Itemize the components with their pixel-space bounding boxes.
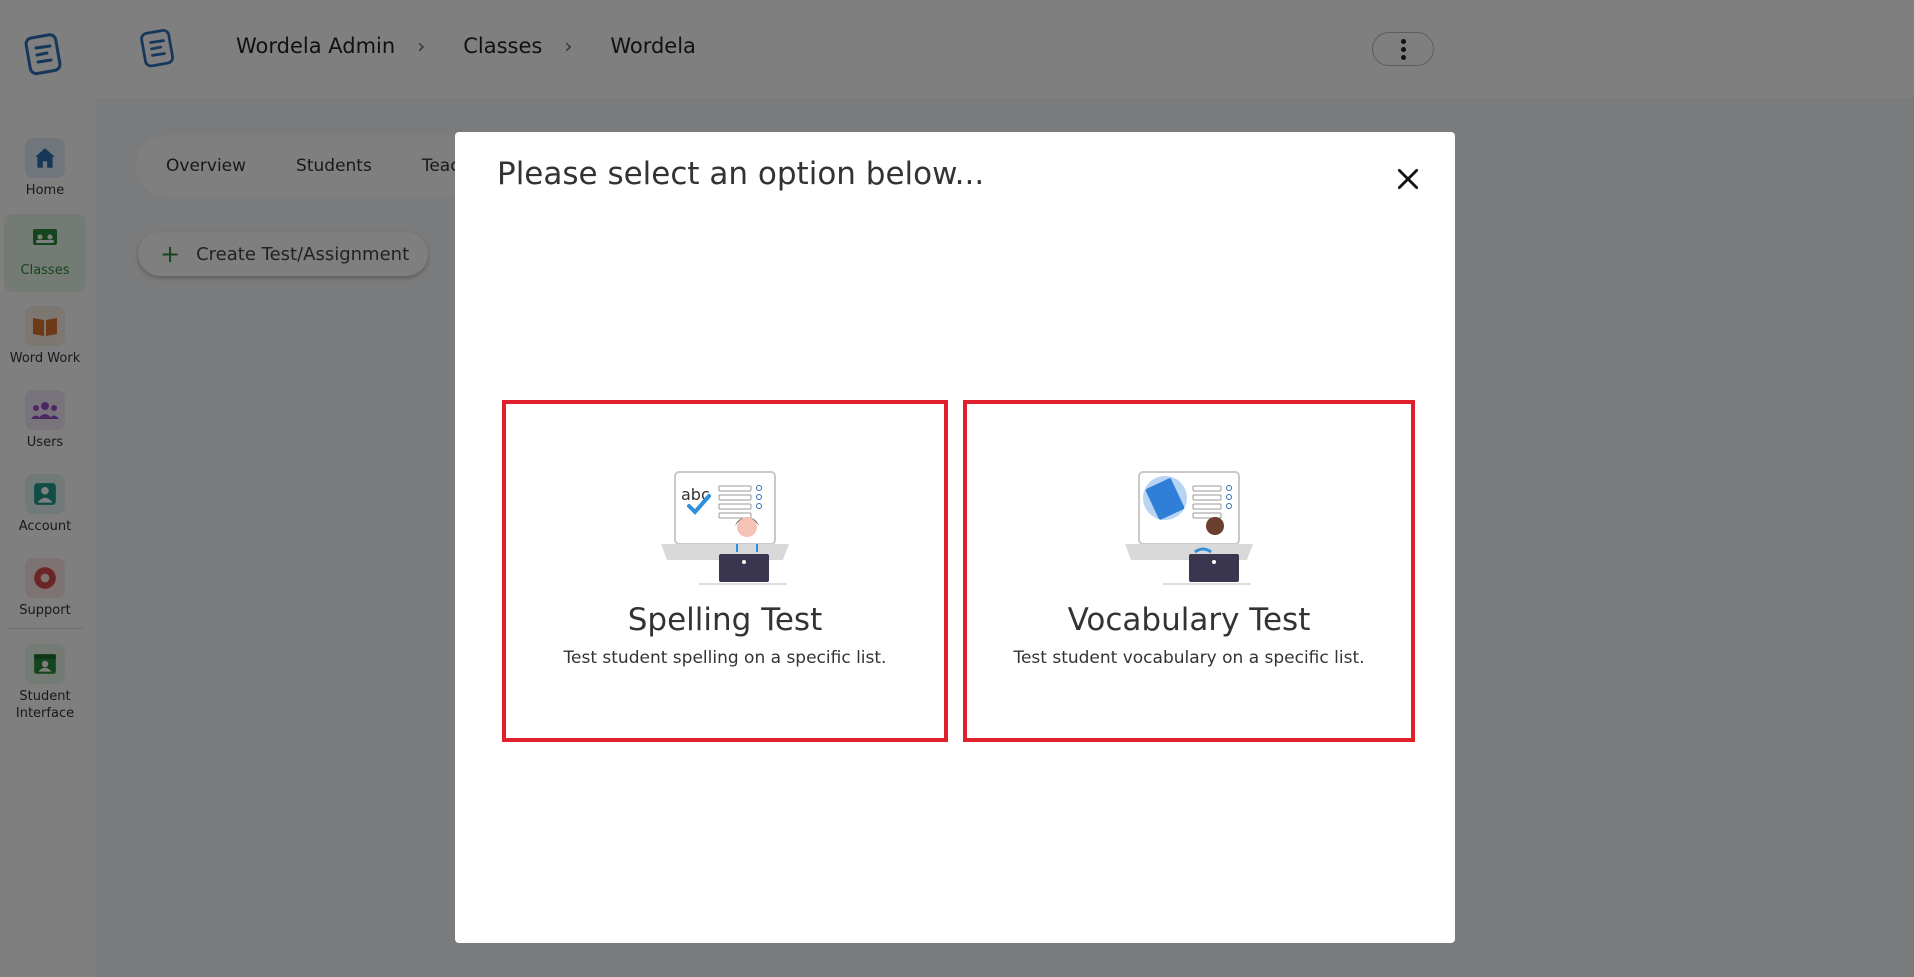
close-icon[interactable] <box>1395 166 1421 192</box>
vocabulary-test-illustration-icon <box>1125 471 1253 585</box>
spelling-test-illustration-icon: abc <box>661 471 789 585</box>
option-title: Spelling Test <box>627 602 823 638</box>
select-option-modal: Please select an option below... abc Spe… <box>455 132 1455 943</box>
option-title: Vocabulary Test <box>1067 602 1311 638</box>
vocabulary-test-option[interactable]: Vocabulary Test Test student vocabulary … <box>963 400 1415 742</box>
spelling-test-option[interactable]: abc Spelling Test Test student spelling … <box>502 400 948 742</box>
option-description: Test student spelling on a specific list… <box>563 648 887 668</box>
modal-title: Please select an option below... <box>497 156 985 192</box>
option-description: Test student vocabulary on a specific li… <box>1013 648 1365 668</box>
